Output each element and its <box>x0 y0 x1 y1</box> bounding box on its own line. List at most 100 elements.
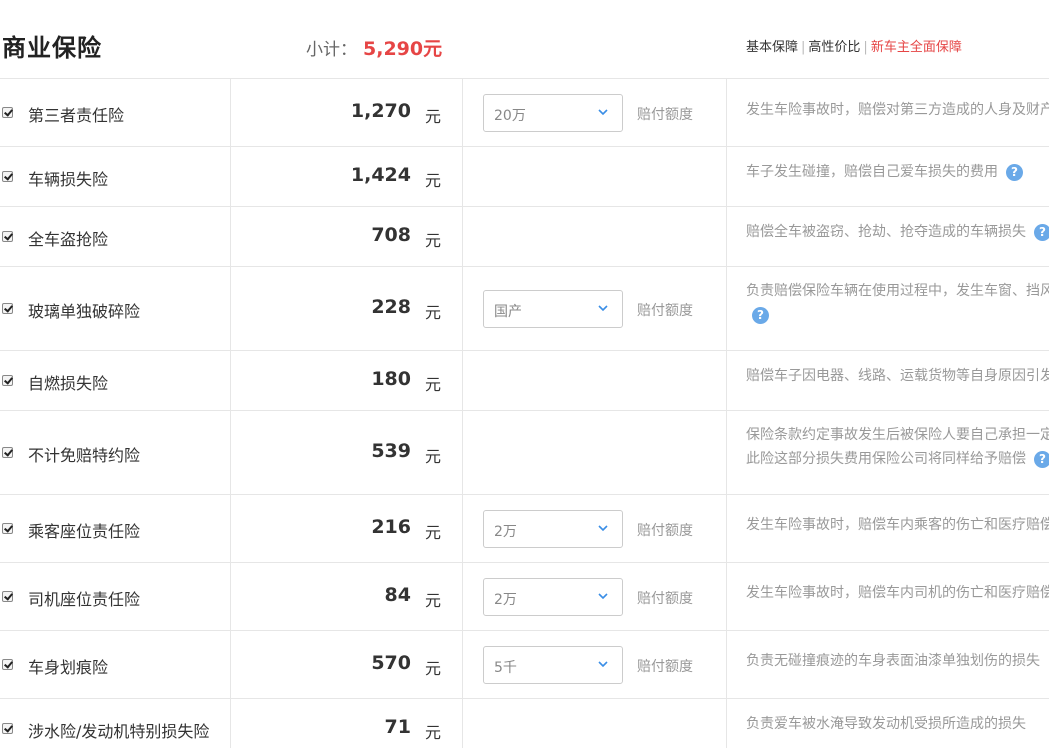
insurance-description: 负责无碰撞痕迹的车身表面油漆单独划伤的损失 <box>746 653 1040 669</box>
limit-label: 赔付额度 <box>637 303 693 319</box>
column-divider <box>462 351 463 410</box>
coverage-select-value: 2万 <box>494 524 517 540</box>
row-checkbox[interactable] <box>2 303 13 314</box>
insurance-name: 第三者责任险 <box>28 106 125 125</box>
insurance-description-help: ? <box>746 303 1049 327</box>
insurance-name: 全车盗抢险 <box>28 230 109 249</box>
coverage-select[interactable]: 2万 <box>483 510 623 548</box>
subtotal-label: 小计： <box>306 40 357 60</box>
coverage-select[interactable]: 国产 <box>483 290 623 328</box>
coverage-select-value: 5千 <box>494 660 517 676</box>
table-row: 乘客座位责任险 216 元 2万 赔付额度 发生车险事故时，赔偿车内乘客的伤亡和医疗赔… <box>0 494 1049 562</box>
plan-newowner-link[interactable]: 新车主全面保障 <box>871 40 962 55</box>
subtotal: 小计： 5,290元 <box>306 34 442 61</box>
row-checkbox[interactable] <box>2 591 13 602</box>
subtotal-value: 5,290元 <box>363 38 443 60</box>
help-icon[interactable]: ? <box>752 306 769 324</box>
insurance-name: 乘客座位责任险 <box>28 522 141 541</box>
insurance-description: 保险条款约定事故发生后被保险人要自己承担一定 <box>746 427 1049 443</box>
column-divider <box>726 631 727 698</box>
coverage-select-value: 20万 <box>494 108 526 124</box>
column-divider <box>230 79 231 146</box>
plan-basic-link[interactable]: 基本保障 <box>746 40 798 55</box>
table-row: 涉水险/发动机特别损失险 71 元 负责爱车被水淹导致发动机受损所造成的损失 <box>0 698 1049 748</box>
column-divider <box>230 563 231 630</box>
section-title: 商业保险 <box>2 34 102 62</box>
chevron-down-icon <box>598 593 608 600</box>
insurance-name: 涉水险/发动机特别损失险 <box>28 722 210 741</box>
limit-label: 赔付额度 <box>637 659 693 675</box>
column-divider <box>462 563 463 630</box>
column-divider <box>462 631 463 698</box>
coverage-select-value: 国产 <box>494 304 522 320</box>
price-unit: 元 <box>425 171 442 190</box>
row-checkbox[interactable] <box>2 523 13 534</box>
price-unit: 元 <box>425 231 442 250</box>
insurance-price: 539 <box>371 440 411 462</box>
table-row: 车辆损失险 1,424 元 车子发生碰撞，赔偿自己爱车损失的费用? <box>0 146 1049 206</box>
price-unit: 元 <box>425 107 442 126</box>
row-checkbox[interactable] <box>2 723 13 734</box>
chevron-down-icon <box>598 661 608 668</box>
table-row: 车身划痕险 570 元 5千 赔付额度 负责无碰撞痕迹的车身表面油漆单独划伤的损失 <box>0 630 1049 698</box>
price-unit: 元 <box>425 523 442 542</box>
column-divider <box>726 207 727 266</box>
insurance-description: 车子发生碰撞，赔偿自己爱车损失的费用? <box>746 160 1049 184</box>
table-row: 自燃损失险 180 元 赔偿车子因电器、线路、运载货物等自身原因引发 <box>0 350 1049 410</box>
insurance-price: 180 <box>371 368 411 390</box>
column-divider <box>462 495 463 562</box>
insurance-price: 570 <box>371 652 411 674</box>
price-unit: 元 <box>425 447 442 466</box>
row-checkbox[interactable] <box>2 171 13 182</box>
row-checkbox[interactable] <box>2 447 13 458</box>
insurance-name: 司机座位责任险 <box>28 590 141 609</box>
row-checkbox[interactable] <box>2 231 13 242</box>
insurance-description: 发生车险事故时，赔偿对第三方造成的人身及财产 <box>746 102 1049 118</box>
help-icon[interactable]: ? <box>1006 163 1023 181</box>
column-divider <box>462 699 463 748</box>
insurance-price: 1,270 <box>350 100 411 122</box>
price-unit: 元 <box>425 723 442 742</box>
insurance-description: 负责爱车被水淹导致发动机受损所造成的损失 <box>746 716 1026 732</box>
insurance-price: 228 <box>371 296 411 318</box>
limit-label: 赔付额度 <box>637 523 693 539</box>
help-icon[interactable]: ? <box>1034 223 1049 241</box>
column-divider <box>462 79 463 146</box>
insurance-name: 车辆损失险 <box>28 170 109 189</box>
limit-label: 赔付额度 <box>637 591 693 607</box>
table-row: 不计免赔特约险 539 元 保险条款约定事故发生后被保险人要自己承担一定 此险这部分损失… <box>0 410 1049 494</box>
column-divider <box>230 411 231 494</box>
help-icon[interactable]: ? <box>1034 450 1049 468</box>
plan-value-link[interactable]: 高性价比 <box>808 40 860 55</box>
chevron-down-icon <box>598 525 608 532</box>
column-divider <box>230 207 231 266</box>
coverage-select-value: 2万 <box>494 592 517 608</box>
insurance-description: 发生车险事故时，赔偿车内司机的伤亡和医疗赔偿 <box>746 585 1049 601</box>
column-divider <box>230 495 231 562</box>
column-divider <box>726 147 727 206</box>
insurance-price: 1,424 <box>350 164 411 186</box>
column-divider <box>726 563 727 630</box>
row-checkbox[interactable] <box>2 375 13 386</box>
coverage-select[interactable]: 2万 <box>483 578 623 616</box>
section-header: 商业保险 小计： 5,290元 基本保障 | 高性价比 | 新车主全面保障 <box>0 0 1049 78</box>
insurance-name: 自燃损失险 <box>28 374 109 393</box>
column-divider <box>726 267 727 350</box>
insurance-description: 发生车险事故时，赔偿车内乘客的伤亡和医疗赔偿 <box>746 517 1049 533</box>
column-divider <box>230 631 231 698</box>
column-divider <box>230 147 231 206</box>
insurance-price: 71 <box>384 716 411 738</box>
row-checkbox[interactable] <box>2 659 13 670</box>
insurance-name: 不计免赔特约险 <box>28 446 141 465</box>
insurance-description: 赔偿全车被盗窃、抢劫、抢夺造成的车辆损失? <box>746 220 1049 244</box>
column-divider <box>462 207 463 266</box>
coverage-select[interactable]: 20万 <box>483 94 623 132</box>
insurance-name: 玻璃单独破碎险 <box>28 302 141 321</box>
row-checkbox[interactable] <box>2 107 13 118</box>
chevron-down-icon <box>598 305 608 312</box>
column-divider <box>726 411 727 494</box>
price-unit: 元 <box>425 659 442 678</box>
insurance-price: 84 <box>384 584 411 606</box>
price-unit: 元 <box>425 375 442 394</box>
coverage-select[interactable]: 5千 <box>483 646 623 684</box>
